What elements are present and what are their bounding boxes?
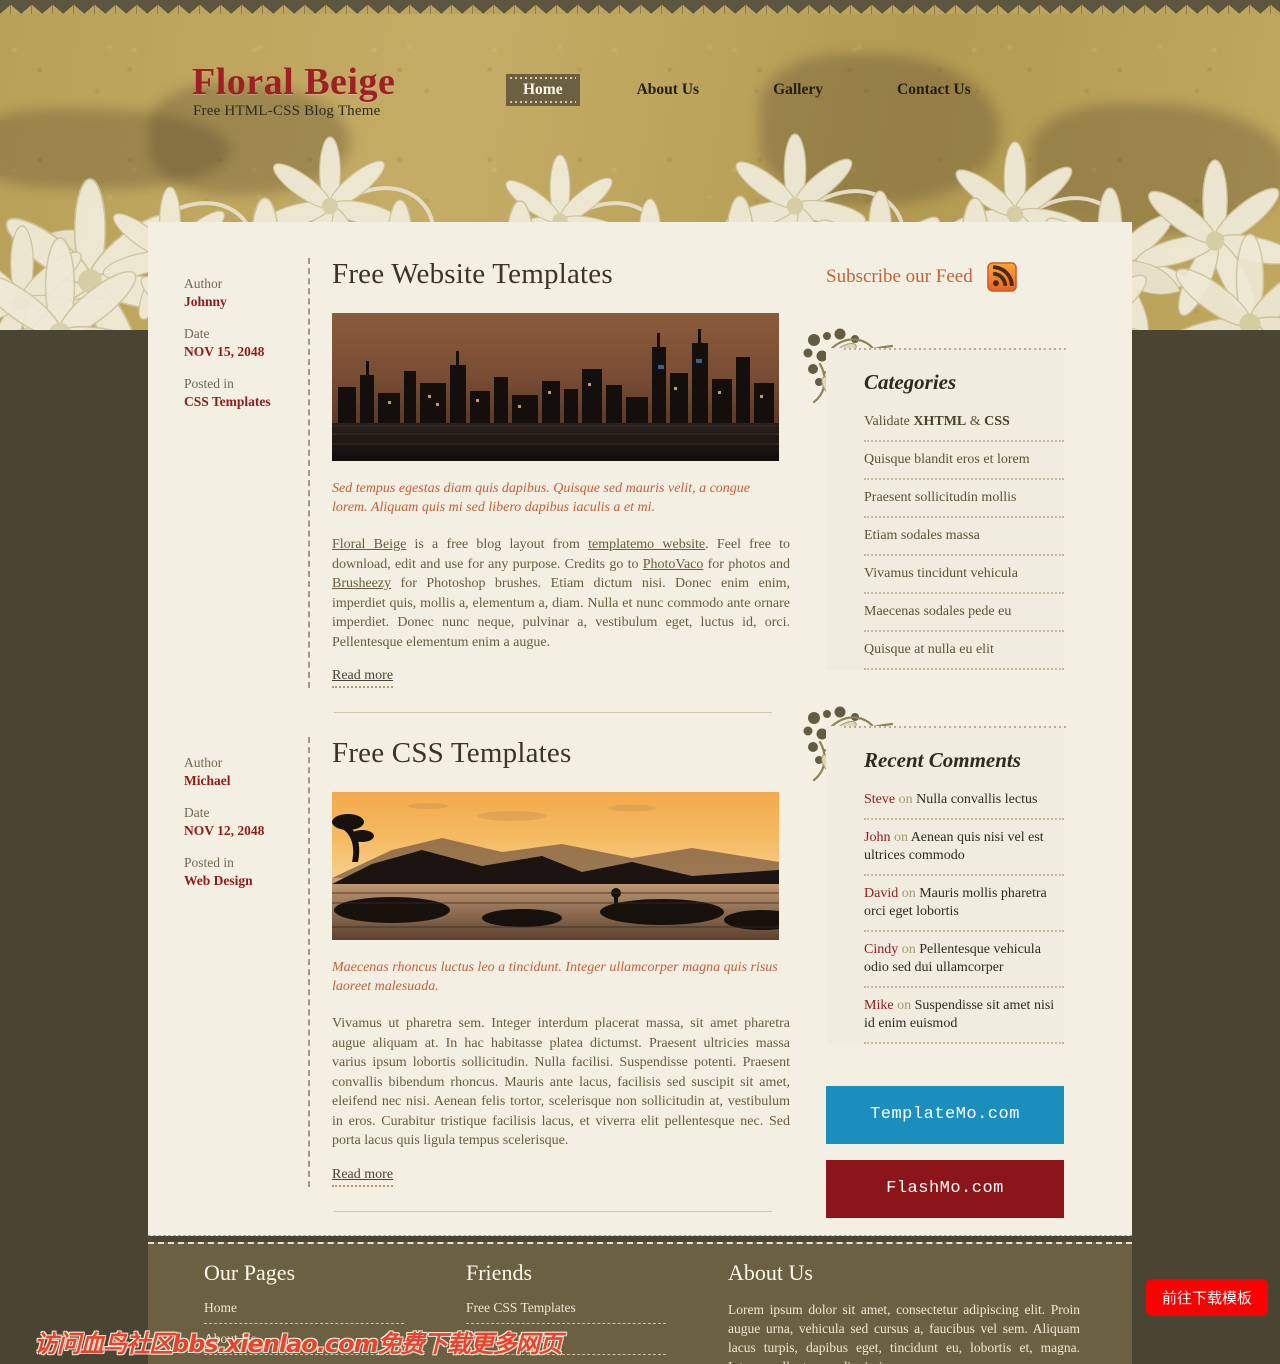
post-image-city bbox=[332, 313, 779, 461]
widget-categories: Categories Validate XHTML & CSS Quisque b… bbox=[803, 328, 1068, 670]
date-label: Date bbox=[184, 805, 210, 820]
category-item[interactable]: Maecenas sodales pede eu bbox=[864, 603, 1064, 632]
post-category[interactable]: CSS Templates bbox=[184, 394, 294, 410]
recent-comments-list: Steve on Nulla convallis lectus John on A… bbox=[864, 791, 1064, 1044]
post-separator bbox=[334, 1210, 772, 1212]
download-template-button[interactable]: 前往下载模板 bbox=[1145, 1279, 1268, 1316]
footer-column-about-us: About Us Lorem ipsum dolor sit amet, con… bbox=[728, 1260, 1088, 1364]
category-list: Validate XHTML & CSS Quisque blandit eros… bbox=[864, 413, 1064, 670]
content-container: Author Johnny Date NOV 15, 2048 Posted i… bbox=[148, 222, 1132, 1236]
footer-heading: Our Pages bbox=[204, 1260, 296, 1285]
posted-in-label: Posted in bbox=[184, 855, 234, 870]
recent-comment-item[interactable]: David on Mauris mollis pharetra orci ege… bbox=[864, 885, 1064, 932]
recent-comment-item[interactable]: John on Aenean quis nisi vel est ultrice… bbox=[864, 829, 1064, 876]
date-label: Date bbox=[184, 326, 210, 341]
post-title[interactable]: Free Website Templates bbox=[332, 258, 778, 291]
read-more-link[interactable]: Read more bbox=[332, 668, 394, 688]
category-item[interactable]: Quisque at nulla eu elit bbox=[864, 641, 1064, 670]
post-divider bbox=[308, 258, 310, 688]
footer-heading: Friends bbox=[466, 1260, 532, 1285]
post-category[interactable]: Web Design bbox=[184, 873, 294, 889]
widget-top-dotted-rule bbox=[844, 726, 1068, 728]
post-body: Free CSS Templates Maecenas rhoncus luct… bbox=[332, 731, 790, 1187]
site-watermark: 访问血鸟社区bbs.xienlao.com免费下载更多网页 bbox=[34, 1330, 563, 1358]
nav-item-home[interactable]: Home bbox=[506, 74, 580, 106]
post-divider bbox=[308, 737, 310, 1187]
top-sawtooth-border bbox=[0, 0, 1280, 14]
post-image-sunset bbox=[332, 792, 779, 940]
post-text: Floral Beige is a free blog layout from … bbox=[332, 537, 790, 650]
post: Author Michael Date NOV 12, 2048 Posted … bbox=[148, 713, 808, 1187]
author-name[interactable]: Johnny bbox=[184, 294, 294, 310]
nav-item-gallery[interactable]: Gallery bbox=[756, 74, 840, 106]
site-title: Floral Beige bbox=[192, 61, 396, 103]
footer-about-text: Lorem ipsum dolor sit amet, consectetur … bbox=[728, 1302, 1080, 1364]
recent-comment-item[interactable]: Cindy on Pellentesque vehicula odio sed … bbox=[864, 941, 1064, 988]
comment-on-word: on bbox=[897, 998, 912, 1013]
nav-item-contact-us[interactable]: Contact Us bbox=[880, 74, 988, 106]
category-item[interactable]: Validate XHTML & CSS bbox=[864, 413, 1064, 442]
widget-recent-comments: Recent Comments Steve on Nulla convallis… bbox=[803, 706, 1068, 1044]
category-item[interactable]: Vivamus tincidunt vehicula bbox=[864, 565, 1064, 594]
post-date: NOV 15, 2048 bbox=[184, 344, 265, 359]
post-text: Vivamus ut pharetra sem. Integer interdu… bbox=[332, 1016, 790, 1148]
recent-comment-item[interactable]: Steve on Nulla convallis lectus bbox=[864, 791, 1064, 820]
ad-banner-flashmo-com[interactable]: FlashMo.com bbox=[826, 1160, 1064, 1218]
posted-in-label: Posted in bbox=[184, 376, 234, 391]
comment-author[interactable]: Steve bbox=[864, 792, 895, 807]
subscribe-feed[interactable]: Subscribe our Feed bbox=[808, 262, 1132, 292]
sidebar: Subscribe our Feed Categories Validate X… bbox=[803, 222, 1132, 1234]
post-meta: Author Michael Date NOV 12, 2048 Posted … bbox=[184, 731, 294, 1187]
category-item[interactable]: Praesent sollicitudin mollis bbox=[864, 489, 1064, 518]
comment-on-word: on bbox=[901, 942, 916, 957]
rss-icon[interactable] bbox=[986, 262, 1017, 292]
widget-title-recent-comments: Recent Comments bbox=[864, 748, 1021, 772]
post: Author Johnny Date NOV 15, 2048 Posted i… bbox=[148, 234, 808, 688]
post-excerpt: Sed tempus egestas diam quis dapibus. Qu… bbox=[332, 481, 751, 515]
comment-author[interactable]: Cindy bbox=[864, 942, 898, 957]
comment-on-word: on bbox=[893, 830, 908, 845]
post-date: NOV 12, 2048 bbox=[184, 823, 265, 838]
comment-post-title[interactable]: Nulla convallis lectus bbox=[916, 792, 1037, 807]
comment-on-word: on bbox=[901, 886, 916, 901]
footer-heading: About Us bbox=[728, 1260, 813, 1285]
comment-author[interactable]: Mike bbox=[864, 998, 894, 1013]
comment-author[interactable]: David bbox=[864, 886, 898, 901]
post-meta: Author Johnny Date NOV 15, 2048 Posted i… bbox=[184, 252, 294, 688]
read-more-link[interactable]: Read more bbox=[332, 1167, 394, 1187]
subscribe-label: Subscribe our Feed bbox=[826, 266, 973, 287]
widget-title-categories: Categories bbox=[864, 370, 957, 394]
category-item[interactable]: Quisque blandit eros et lorem bbox=[864, 451, 1064, 480]
post-body: Free Website Templates Sed tempus egesta… bbox=[332, 252, 790, 688]
main-navigation: Home About Us Gallery Contact Us bbox=[506, 74, 988, 106]
recent-comment-item[interactable]: Mike on Suspendisse sit amet nisi id eni… bbox=[864, 997, 1064, 1044]
footer-link[interactable]: Free CSS Templates bbox=[466, 1300, 666, 1324]
author-label: Author bbox=[184, 755, 223, 770]
ad-banner-templatemo-com[interactable]: TemplateMo.com bbox=[826, 1086, 1064, 1144]
author-label: Author bbox=[184, 276, 223, 291]
author-name[interactable]: Michael bbox=[184, 773, 294, 789]
ad-banner-group: TemplateMo.com FlashMo.com bbox=[826, 1086, 1132, 1218]
comment-author[interactable]: John bbox=[864, 830, 890, 845]
comment-post-title[interactable]: Aenean quis nisi vel est ultrices commod… bbox=[864, 830, 1044, 863]
site-tagline: Free HTML-CSS Blog Theme bbox=[193, 103, 381, 119]
comment-on-word: on bbox=[898, 792, 913, 807]
footer-link[interactable]: Home bbox=[204, 1300, 404, 1324]
widget-top-dotted-rule bbox=[844, 348, 1068, 350]
post-excerpt: Maecenas rhoncus luctus leo a tincidunt.… bbox=[332, 960, 778, 994]
sawtooth-teeth bbox=[0, 5, 1280, 14]
category-item[interactable]: Etiam sodales massa bbox=[864, 527, 1064, 556]
nav-item-about-us[interactable]: About Us bbox=[620, 74, 716, 106]
post-title[interactable]: Free CSS Templates bbox=[332, 737, 778, 770]
post-list: Author Johnny Date NOV 15, 2048 Posted i… bbox=[148, 222, 808, 1234]
